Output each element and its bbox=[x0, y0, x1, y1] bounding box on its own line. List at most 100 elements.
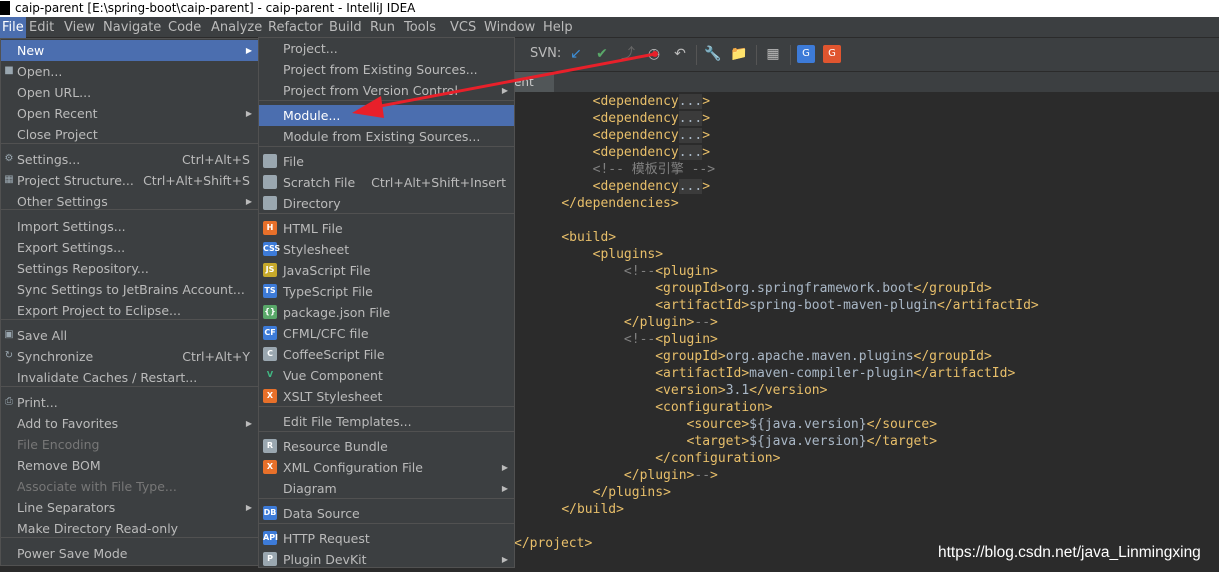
new-menu-item-module-from-existing-sources[interactable]: Module from Existing Sources... bbox=[259, 126, 514, 147]
code-line[interactable]: <source>${java.version}</source> bbox=[530, 416, 937, 433]
code-line[interactable]: </project> bbox=[514, 535, 592, 552]
menu-navigate[interactable]: Navigate bbox=[101, 17, 163, 38]
file-menu-item-settings-repository[interactable]: Settings Repository... bbox=[1, 258, 258, 279]
new-menu-item-file[interactable]: File bbox=[259, 151, 514, 172]
new-menu-item-diagram[interactable]: Diagram ▶ bbox=[259, 478, 514, 499]
menu-refactor[interactable]: Refactor bbox=[266, 17, 325, 38]
menu-vcs[interactable]: VCS bbox=[448, 17, 478, 38]
code-line[interactable]: <groupId>org.springframework.boot</group… bbox=[530, 280, 992, 297]
new-menu-item-vue-component[interactable]: V Vue Component bbox=[259, 365, 514, 386]
code-line[interactable]: </dependencies> bbox=[530, 195, 678, 212]
translate-alt-icon[interactable]: G bbox=[823, 45, 841, 63]
new-menu-item-project-from-existing-sources[interactable]: Project from Existing Sources... bbox=[259, 59, 514, 80]
new-menu-item-http-request[interactable]: API HTTP Request bbox=[259, 528, 514, 549]
file-menu-item-sync-settings-to-jetbrains-account[interactable]: Sync Settings to JetBrains Account... bbox=[1, 279, 258, 300]
menu-edit[interactable]: Edit bbox=[27, 17, 56, 38]
menu-view[interactable]: View bbox=[62, 17, 97, 38]
code-line[interactable]: <configuration> bbox=[530, 399, 772, 416]
file-menu-item-close-project[interactable]: Close Project bbox=[1, 124, 258, 145]
new-menu-item-javascript-file[interactable]: JS JavaScript File bbox=[259, 260, 514, 281]
menu-separator bbox=[259, 213, 514, 214]
svn-compare-icon[interactable]: ⤴ bbox=[619, 45, 637, 63]
code-line[interactable]: <plugins> bbox=[530, 246, 663, 263]
file-menu-item-export-project-to-eclipse[interactable]: Export Project to Eclipse... bbox=[1, 300, 258, 321]
svn-commit-icon[interactable]: ✔ bbox=[593, 45, 611, 63]
code-line[interactable]: <groupId>org.apache.maven.plugins</group… bbox=[530, 348, 992, 365]
file-menu-item-remove-bom[interactable]: Remove BOM bbox=[1, 455, 258, 476]
file-menu-item-synchronize[interactable]: ↻ Synchronize Ctrl+Alt+Y bbox=[1, 346, 258, 367]
svn-update-icon[interactable]: ↙ bbox=[567, 45, 585, 63]
file-menu-item-project-structure[interactable]: ▦ Project Structure... Ctrl+Alt+Shift+S bbox=[1, 170, 258, 191]
cfml-cfc-file-icon: CF bbox=[263, 326, 277, 340]
menu-help[interactable]: Help bbox=[541, 17, 575, 38]
menu-code[interactable]: Code bbox=[166, 17, 203, 38]
file-menu-item-line-separators[interactable]: Line Separators ▶ bbox=[1, 497, 258, 518]
new-menu-item-project-from-version-control[interactable]: Project from Version Control ▶ bbox=[259, 80, 514, 101]
file-menu-item-save-all[interactable]: ▣ Save All bbox=[1, 325, 258, 346]
menu-separator bbox=[259, 498, 514, 499]
menu-build[interactable]: Build bbox=[327, 17, 364, 38]
new-menu-item-resource-bundle[interactable]: R Resource Bundle bbox=[259, 436, 514, 457]
new-menu-item-plugin-devkit[interactable]: P Plugin DevKit ▶ bbox=[259, 549, 514, 570]
new-menu-item-typescript-file[interactable]: TS TypeScript File bbox=[259, 281, 514, 302]
new-menu-item-directory[interactable]: Directory bbox=[259, 193, 514, 214]
project-structure-icon[interactable]: 📁 bbox=[730, 45, 748, 63]
new-menu-item-scratch-file[interactable]: Scratch File Ctrl+Alt+Shift+Insert bbox=[259, 172, 514, 193]
translate-icon[interactable]: G bbox=[797, 45, 815, 63]
code-line[interactable]: <dependency...> bbox=[530, 127, 710, 144]
menu-tools[interactable]: Tools bbox=[402, 17, 438, 38]
new-menu-item-edit-file-templates[interactable]: Edit File Templates... bbox=[259, 411, 514, 432]
file-menu-item-settings[interactable]: ⚙ Settings... Ctrl+Alt+S bbox=[1, 149, 258, 170]
code-line[interactable]: </plugin>--> bbox=[530, 467, 718, 484]
svn-rollback-icon[interactable]: ↶ bbox=[671, 45, 689, 63]
code-line[interactable]: <!--<plugin> bbox=[530, 331, 718, 348]
file-menu-item-make-directory-read-only[interactable]: Make Directory Read-only bbox=[1, 518, 258, 539]
new-menu-item-xml-configuration-file[interactable]: X XML Configuration File ▶ bbox=[259, 457, 514, 478]
menu-analyze[interactable]: Analyze bbox=[209, 17, 264, 38]
file-menu-item-power-save-mode[interactable]: Power Save Mode bbox=[1, 543, 258, 564]
code-line[interactable]: <version>3.1</version> bbox=[530, 382, 827, 399]
file-menu-item-print[interactable]: ⎙ Print... bbox=[1, 392, 258, 413]
new-menu-item-cfml-cfc-file[interactable]: CF CFML/CFC file bbox=[259, 323, 514, 344]
file-menu-item-new[interactable]: New ▶ bbox=[1, 40, 258, 61]
code-line[interactable]: <artifactId>spring-boot-maven-plugin</ar… bbox=[530, 297, 1039, 314]
file-menu-item-open-url[interactable]: Open URL... bbox=[1, 82, 258, 103]
code-line[interactable]: </plugins> bbox=[530, 484, 671, 501]
new-menu-item-data-source[interactable]: DB Data Source bbox=[259, 503, 514, 524]
file-menu-item-open[interactable]: ■ Open... bbox=[1, 61, 258, 82]
new-menu-item-xslt-stylesheet[interactable]: X XSLT Stylesheet bbox=[259, 386, 514, 407]
new-menu-item-stylesheet[interactable]: CSS Stylesheet bbox=[259, 239, 514, 260]
file-menu-item-export-settings[interactable]: Export Settings... bbox=[1, 237, 258, 258]
code-line[interactable]: <!--<plugin> bbox=[530, 263, 718, 280]
code-line[interactable]: </configuration> bbox=[530, 450, 780, 467]
code-line[interactable]: <target>${java.version}</target> bbox=[530, 433, 937, 450]
code-line[interactable]: </plugin>--> bbox=[530, 314, 718, 331]
code-line[interactable]: <build> bbox=[530, 229, 616, 246]
file-menu-item-add-to-favorites[interactable]: Add to Favorites ▶ bbox=[1, 413, 258, 434]
menu-file[interactable]: File bbox=[0, 17, 26, 38]
code-line[interactable]: <dependency...> bbox=[530, 178, 710, 195]
code-line[interactable]: <dependency...> bbox=[530, 93, 710, 110]
file-menu-item-invalidate-caches-restart[interactable]: Invalidate Caches / Restart... bbox=[1, 367, 258, 388]
new-menu-item-package-json-file[interactable]: {} package.json File bbox=[259, 302, 514, 323]
settings-wrench-icon[interactable]: 🔧 bbox=[704, 45, 722, 63]
menu-window[interactable]: Window bbox=[482, 17, 537, 38]
new-menu-item-html-file[interactable]: H HTML File bbox=[259, 218, 514, 239]
file-menu-item-open-recent[interactable]: Open Recent ▶ bbox=[1, 103, 258, 124]
code-line[interactable]: <!-- 模板引擎 --> bbox=[530, 161, 715, 178]
code-editor[interactable]: <dependency...> <dependency...> <depende… bbox=[514, 92, 1219, 572]
menu-run[interactable]: Run bbox=[368, 17, 397, 38]
svn-history-icon[interactable]: ◷ bbox=[645, 45, 663, 63]
new-menu-item-coffeescript-file[interactable]: C CoffeeScript File bbox=[259, 344, 514, 365]
code-line[interactable]: </build> bbox=[530, 501, 624, 518]
editor-tab-pom[interactable]: ent bbox=[514, 72, 554, 92]
code-line[interactable]: <artifactId>maven-compiler-plugin</artif… bbox=[530, 365, 1015, 382]
code-line[interactable]: <dependency...> bbox=[530, 110, 710, 127]
new-menu-item-item-label: CoffeeScript File bbox=[283, 347, 385, 362]
code-line[interactable]: <dependency...> bbox=[530, 144, 710, 161]
new-menu-item-project[interactable]: Project... bbox=[259, 38, 514, 59]
new-menu-item-module[interactable]: Module... bbox=[259, 105, 514, 126]
file-menu-item-item-label: Line Separators bbox=[17, 500, 116, 515]
sdk-manager-icon[interactable]: ▦ bbox=[764, 45, 782, 63]
file-menu-item-import-settings[interactable]: Import Settings... bbox=[1, 216, 258, 237]
